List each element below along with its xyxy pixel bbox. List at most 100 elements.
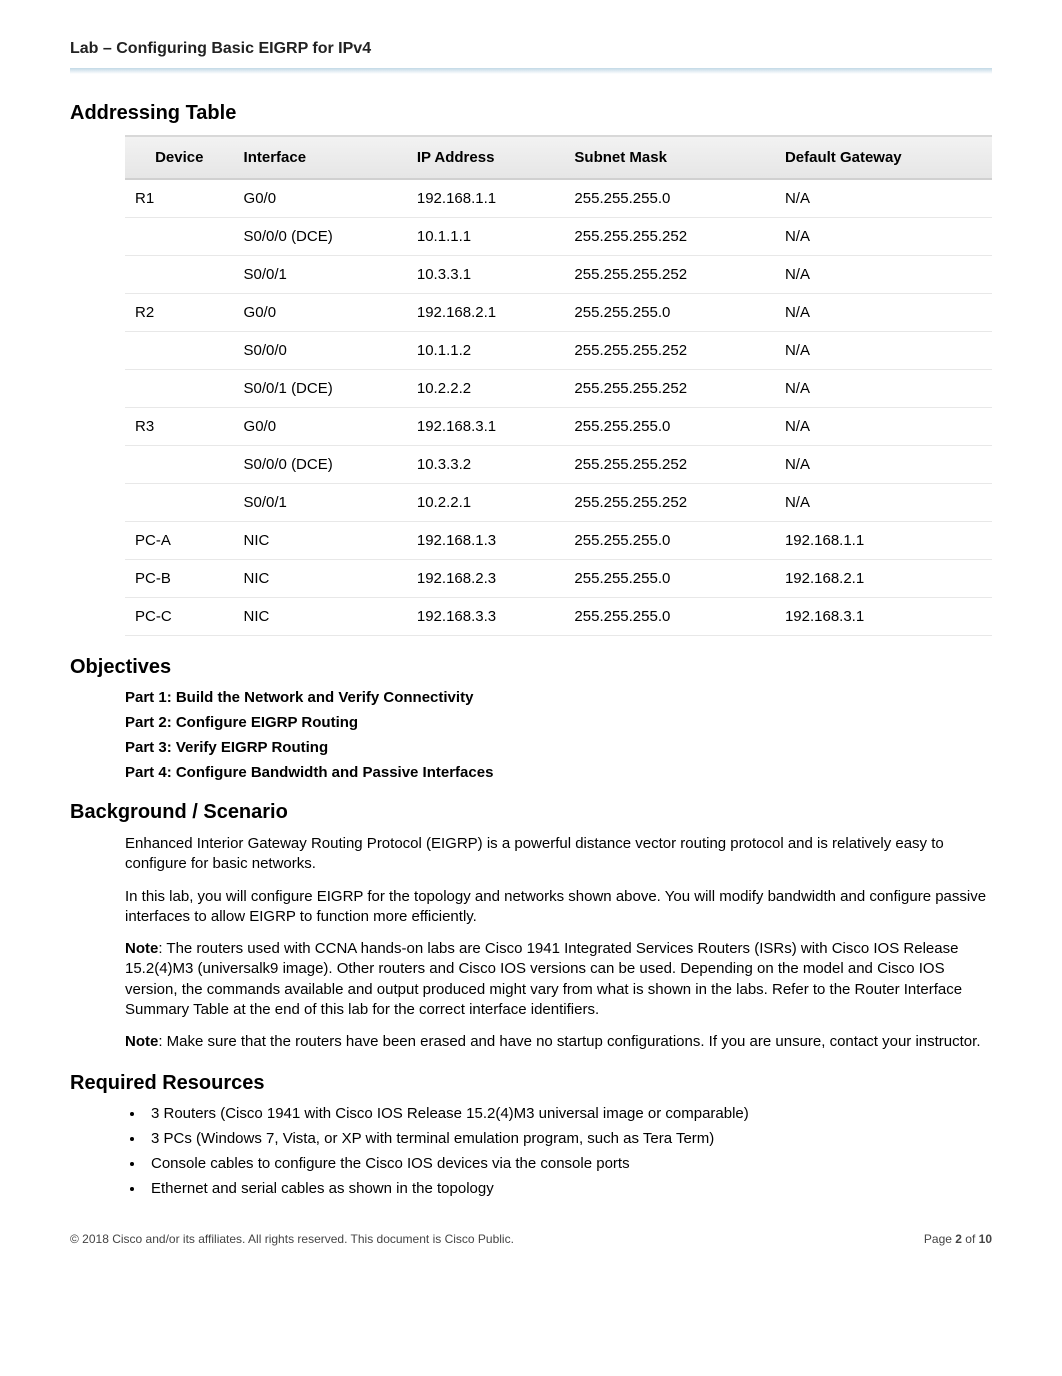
cell-gateway: N/A [775, 294, 992, 332]
table-header-row: Device Interface IP Address Subnet Mask … [125, 136, 992, 179]
cell-ip: 10.3.3.2 [407, 446, 565, 484]
cell-mask: 255.255.255.0 [564, 522, 775, 560]
cell-gateway: 192.168.1.1 [775, 522, 992, 560]
note-text: : The routers used with CCNA hands-on la… [125, 940, 962, 1018]
cell-mask: 255.255.255.0 [564, 598, 775, 636]
cell-device [125, 484, 234, 522]
col-mask: Subnet Mask [564, 136, 775, 179]
header-divider [70, 68, 992, 74]
cell-gateway: N/A [775, 370, 992, 408]
cell-device: PC-B [125, 560, 234, 598]
col-ip: IP Address [407, 136, 565, 179]
cell-ip: 192.168.1.1 [407, 179, 565, 218]
table-row: R3G0/0192.168.3.1255.255.255.0N/A [125, 408, 992, 446]
cell-interface: S0/0/1 [234, 256, 407, 294]
cell-mask: 255.255.255.252 [564, 256, 775, 294]
objective-part: Part 1: Build the Network and Verify Con… [125, 689, 992, 706]
col-interface: Interface [234, 136, 407, 179]
cell-ip: 192.168.2.1 [407, 294, 565, 332]
table-row: R1G0/0192.168.1.1255.255.255.0N/A [125, 179, 992, 218]
cell-interface: G0/0 [234, 408, 407, 446]
footer-page-prefix: Page [924, 1232, 955, 1246]
footer-left: © 2018 Cisco and/or its affiliates. All … [70, 1232, 514, 1246]
table-row: R2G0/0192.168.2.1255.255.255.0N/A [125, 294, 992, 332]
cell-device [125, 370, 234, 408]
table-row: PC-CNIC192.168.3.3255.255.255.0192.168.3… [125, 598, 992, 636]
cell-ip: 192.168.3.3 [407, 598, 565, 636]
note-text: : Make sure that the routers have been e… [158, 1033, 980, 1050]
objective-part: Part 3: Verify EIGRP Routing [125, 739, 992, 756]
table-row: PC-BNIC192.168.2.3255.255.255.0192.168.2… [125, 560, 992, 598]
cell-gateway: N/A [775, 179, 992, 218]
table-row: S0/0/1 (DCE)10.2.2.2255.255.255.252N/A [125, 370, 992, 408]
cell-mask: 255.255.255.252 [564, 332, 775, 370]
background-note1: Note: The routers used with CCNA hands-o… [125, 939, 992, 1020]
footer-page-of: of [962, 1232, 979, 1246]
resources-heading: Required Resources [70, 1072, 992, 1095]
table-row: S0/0/0 (DCE)10.1.1.1255.255.255.252N/A [125, 218, 992, 256]
background-heading: Background / Scenario [70, 801, 992, 824]
cell-device: R1 [125, 179, 234, 218]
background-note2: Note: Make sure that the routers have be… [125, 1032, 992, 1052]
cell-gateway: 192.168.2.1 [775, 560, 992, 598]
page: Lab – Configuring Basic EIGRP for IPv4 A… [0, 0, 1062, 1276]
cell-interface: NIC [234, 560, 407, 598]
table-row: PC-ANIC192.168.1.3255.255.255.0192.168.1… [125, 522, 992, 560]
cell-interface: G0/0 [234, 294, 407, 332]
cell-mask: 255.255.255.0 [564, 294, 775, 332]
cell-mask: 255.255.255.252 [564, 484, 775, 522]
table-row: S0/0/0 (DCE)10.3.3.2255.255.255.252N/A [125, 446, 992, 484]
resources-list: 3 Routers (Cisco 1941 with Cisco IOS Rel… [145, 1105, 992, 1197]
background-body: Enhanced Interior Gateway Routing Protoc… [125, 834, 992, 1052]
cell-interface: G0/0 [234, 179, 407, 218]
objective-part: Part 2: Configure EIGRP Routing [125, 714, 992, 731]
cell-mask: 255.255.255.252 [564, 446, 775, 484]
cell-device [125, 256, 234, 294]
footer-right: Page 2 of 10 [924, 1232, 992, 1246]
cell-device [125, 218, 234, 256]
cell-ip: 10.2.2.2 [407, 370, 565, 408]
table-row: S0/0/010.1.1.2255.255.255.252N/A [125, 332, 992, 370]
cell-ip: 192.168.2.3 [407, 560, 565, 598]
cell-device: PC-C [125, 598, 234, 636]
page-footer: © 2018 Cisco and/or its affiliates. All … [70, 1232, 992, 1246]
cell-interface: S0/0/0 (DCE) [234, 446, 407, 484]
cell-ip: 192.168.3.1 [407, 408, 565, 446]
cell-gateway: N/A [775, 218, 992, 256]
cell-mask: 255.255.255.252 [564, 218, 775, 256]
cell-ip: 10.2.2.1 [407, 484, 565, 522]
background-p2: In this lab, you will configure EIGRP fo… [125, 887, 992, 928]
objective-part: Part 4: Configure Bandwidth and Passive … [125, 764, 992, 781]
list-item: 3 Routers (Cisco 1941 with Cisco IOS Rel… [145, 1105, 992, 1122]
cell-mask: 255.255.255.252 [564, 370, 775, 408]
cell-interface: NIC [234, 522, 407, 560]
cell-device [125, 332, 234, 370]
list-item: Console cables to configure the Cisco IO… [145, 1155, 992, 1172]
cell-gateway: N/A [775, 256, 992, 294]
cell-ip: 192.168.1.3 [407, 522, 565, 560]
footer-page-total: 10 [979, 1232, 992, 1246]
page-header-title: Lab – Configuring Basic EIGRP for IPv4 [70, 40, 992, 68]
cell-device [125, 446, 234, 484]
table-row: S0/0/110.2.2.1255.255.255.252N/A [125, 484, 992, 522]
col-gateway: Default Gateway [775, 136, 992, 179]
cell-ip: 10.3.3.1 [407, 256, 565, 294]
cell-mask: 255.255.255.0 [564, 408, 775, 446]
cell-interface: NIC [234, 598, 407, 636]
cell-device: R2 [125, 294, 234, 332]
cell-gateway: N/A [775, 332, 992, 370]
table-row: S0/0/110.3.3.1255.255.255.252N/A [125, 256, 992, 294]
addressing-heading: Addressing Table [70, 102, 992, 125]
cell-gateway: N/A [775, 484, 992, 522]
cell-mask: 255.255.255.0 [564, 179, 775, 218]
cell-mask: 255.255.255.0 [564, 560, 775, 598]
cell-interface: S0/0/0 (DCE) [234, 218, 407, 256]
cell-device: R3 [125, 408, 234, 446]
addressing-table-wrap: Device Interface IP Address Subnet Mask … [125, 135, 992, 636]
list-item: Ethernet and serial cables as shown in t… [145, 1180, 992, 1197]
cell-interface: S0/0/1 (DCE) [234, 370, 407, 408]
note-label: Note [125, 1033, 158, 1050]
cell-gateway: N/A [775, 446, 992, 484]
col-device: Device [125, 136, 234, 179]
cell-gateway: 192.168.3.1 [775, 598, 992, 636]
